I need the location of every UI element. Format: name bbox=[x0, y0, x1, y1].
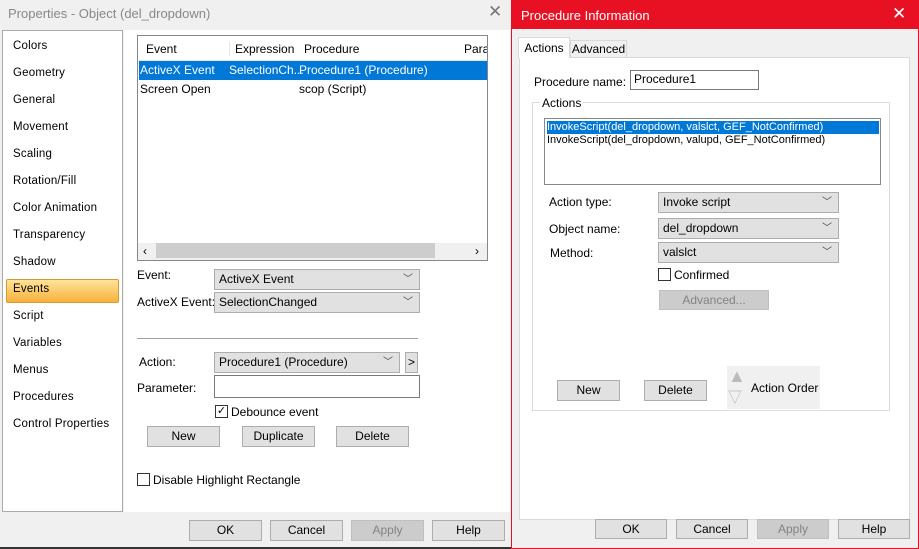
col-procedure[interactable]: Procedure bbox=[304, 42, 359, 56]
procedure-name-label: Procedure name: bbox=[534, 75, 627, 89]
help-button[interactable]: Help bbox=[432, 520, 505, 541]
chevron-down-icon: ﹀ bbox=[403, 274, 413, 285]
parameter-label: Parameter: bbox=[137, 381, 197, 395]
chevron-down-icon: ﹀ bbox=[403, 297, 413, 308]
new-action-button[interactable]: New bbox=[557, 380, 620, 401]
properties-dialog: Properties - Object (del_dropdown) ✕ Col… bbox=[0, 0, 512, 547]
delete-button[interactable]: Delete bbox=[336, 426, 409, 447]
table-row[interactable]: ActiveX Event SelectionCh... Procedure1 … bbox=[139, 61, 487, 80]
disable-highlight-checkbox[interactable] bbox=[137, 473, 150, 486]
new-button[interactable]: New bbox=[147, 426, 220, 447]
dialog-title: Procedure Information bbox=[521, 8, 650, 23]
scroll-right-icon[interactable]: › bbox=[475, 244, 479, 258]
event-select[interactable]: ActiveX Event ﹀ bbox=[214, 269, 420, 290]
action-type-label: Action type: bbox=[549, 195, 612, 209]
object-name-label: Object name: bbox=[549, 222, 621, 236]
sidebar-item-script[interactable]: Script bbox=[13, 310, 44, 322]
actions-list[interactable]: InvokeScript(del_dropdown, valslct, GEF_… bbox=[544, 118, 881, 185]
actions-group-label: Actions bbox=[540, 96, 584, 110]
sidebar-item-events[interactable]: Events bbox=[13, 283, 49, 295]
title-bar: Procedure Information ✕ bbox=[512, 1, 918, 29]
method-value: valslct bbox=[663, 245, 697, 259]
action-order-label: Action Order bbox=[751, 381, 819, 395]
move-down-icon[interactable]: ▽ bbox=[728, 386, 742, 407]
list-item[interactable]: InvokeScript(del_dropdown, valslct, GEF_… bbox=[547, 121, 879, 134]
advanced-button[interactable]: Advanced... bbox=[659, 290, 769, 310]
object-name-value: del_dropdown bbox=[663, 221, 739, 235]
procedure-name-input[interactable]: Procedure1 bbox=[630, 70, 759, 90]
chevron-down-icon: ﹀ bbox=[822, 197, 832, 208]
action-type-select[interactable]: Invoke script ﹀ bbox=[658, 192, 839, 213]
cancel-button[interactable]: Cancel bbox=[676, 519, 748, 539]
cell-event: Screen Open bbox=[140, 82, 211, 96]
cell-procedure: Procedure1 (Procedure) bbox=[299, 63, 428, 77]
separator bbox=[137, 338, 418, 339]
tab-advanced[interactable]: Advanced bbox=[570, 40, 627, 58]
event-value: ActiveX Event bbox=[219, 272, 294, 286]
scroll-thumb[interactable] bbox=[156, 243, 435, 258]
activex-event-label: ActiveX Event: bbox=[137, 295, 216, 309]
duplicate-button[interactable]: Duplicate bbox=[242, 426, 315, 447]
chevron-down-icon: ﹀ bbox=[822, 223, 832, 234]
close-icon[interactable]: ✕ bbox=[892, 4, 906, 24]
ok-button[interactable]: OK bbox=[595, 519, 667, 539]
move-up-icon[interactable]: ▲ bbox=[728, 366, 746, 387]
action-value: Procedure1 (Procedure) bbox=[219, 355, 348, 369]
events-table: Event Expression Procedure Paran ActiveX… bbox=[137, 35, 488, 261]
action-label: Action: bbox=[139, 355, 176, 369]
chevron-down-icon: ﹀ bbox=[383, 357, 393, 368]
confirmed-checkbox[interactable] bbox=[658, 268, 671, 281]
object-name-select[interactable]: del_dropdown ﹀ bbox=[658, 218, 839, 239]
col-event[interactable]: Event bbox=[146, 42, 177, 56]
col-expression[interactable]: Expression bbox=[229, 42, 294, 56]
procedure-dialog: Procedure Information ✕ Actions Advanced… bbox=[511, 0, 919, 549]
activex-event-value: SelectionChanged bbox=[219, 295, 318, 309]
tab-actions[interactable]: Actions bbox=[518, 37, 570, 58]
sidebar-item-transparency[interactable]: Transparency bbox=[13, 229, 85, 241]
col-param[interactable]: Paran bbox=[464, 42, 487, 56]
disable-highlight-label: Disable Highlight Rectangle bbox=[153, 473, 301, 487]
sidebar-item-general[interactable]: General bbox=[13, 94, 55, 106]
sidebar-item-menus[interactable]: Menus bbox=[13, 364, 49, 376]
sidebar-item-movement[interactable]: Movement bbox=[13, 121, 68, 133]
activex-event-select[interactable]: SelectionChanged ﹀ bbox=[214, 292, 420, 313]
sidebar-item-shadow[interactable]: Shadow bbox=[13, 256, 56, 268]
table-header: Event Expression Procedure Paran bbox=[138, 36, 487, 61]
cell-procedure: scop (Script) bbox=[299, 82, 367, 96]
close-icon[interactable]: ✕ bbox=[488, 2, 502, 22]
ok-button[interactable]: OK bbox=[189, 520, 262, 541]
table-row[interactable]: Screen Open scop (Script) bbox=[139, 80, 487, 99]
sidebar-item-control-properties[interactable]: Control Properties bbox=[13, 418, 109, 430]
action-edit-button[interactable]: > bbox=[405, 352, 418, 373]
apply-button[interactable]: Apply bbox=[351, 520, 424, 541]
horizontal-scrollbar[interactable]: ‹ › bbox=[138, 243, 487, 260]
cell-expression: SelectionCh... bbox=[229, 63, 304, 77]
sidebar-item-variables[interactable]: Variables bbox=[13, 337, 62, 349]
cell-event: ActiveX Event bbox=[140, 63, 215, 77]
action-select[interactable]: Procedure1 (Procedure) ﹀ bbox=[214, 352, 400, 373]
help-button[interactable]: Help bbox=[838, 519, 910, 539]
sidebar-item-color-animation[interactable]: Color Animation bbox=[13, 202, 97, 214]
sidebar-item-rotation-fill[interactable]: Rotation/Fill bbox=[13, 175, 76, 187]
debounce-label: Debounce event bbox=[231, 405, 319, 419]
action-order-control[interactable]: ▲ ▽ Action Order bbox=[727, 366, 820, 409]
dialog-title: Properties - Object (del_dropdown) bbox=[8, 6, 211, 21]
action-type-value: Invoke script bbox=[663, 195, 731, 209]
parameter-input[interactable] bbox=[214, 375, 420, 398]
event-label: Event: bbox=[137, 268, 172, 282]
list-item[interactable]: InvokeScript(del_dropdown, valupd, GEF_N… bbox=[547, 134, 879, 147]
debounce-checkbox[interactable]: ✓ bbox=[215, 405, 228, 418]
chevron-down-icon: ﹀ bbox=[822, 247, 832, 258]
method-select[interactable]: valslct ﹀ bbox=[658, 242, 839, 263]
sidebar-item-colors[interactable]: Colors bbox=[13, 40, 47, 52]
sidebar-item-procedures[interactable]: Procedures bbox=[13, 391, 74, 403]
scroll-left-icon[interactable]: ‹ bbox=[143, 244, 147, 258]
cancel-button[interactable]: Cancel bbox=[270, 520, 343, 541]
method-label: Method: bbox=[550, 246, 594, 260]
sidebar-item-geometry[interactable]: Geometry bbox=[13, 67, 65, 79]
confirmed-label: Confirmed bbox=[674, 268, 730, 282]
apply-button[interactable]: Apply bbox=[757, 519, 829, 539]
delete-action-button[interactable]: Delete bbox=[644, 380, 707, 401]
sidebar-item-scaling[interactable]: Scaling bbox=[13, 148, 52, 160]
